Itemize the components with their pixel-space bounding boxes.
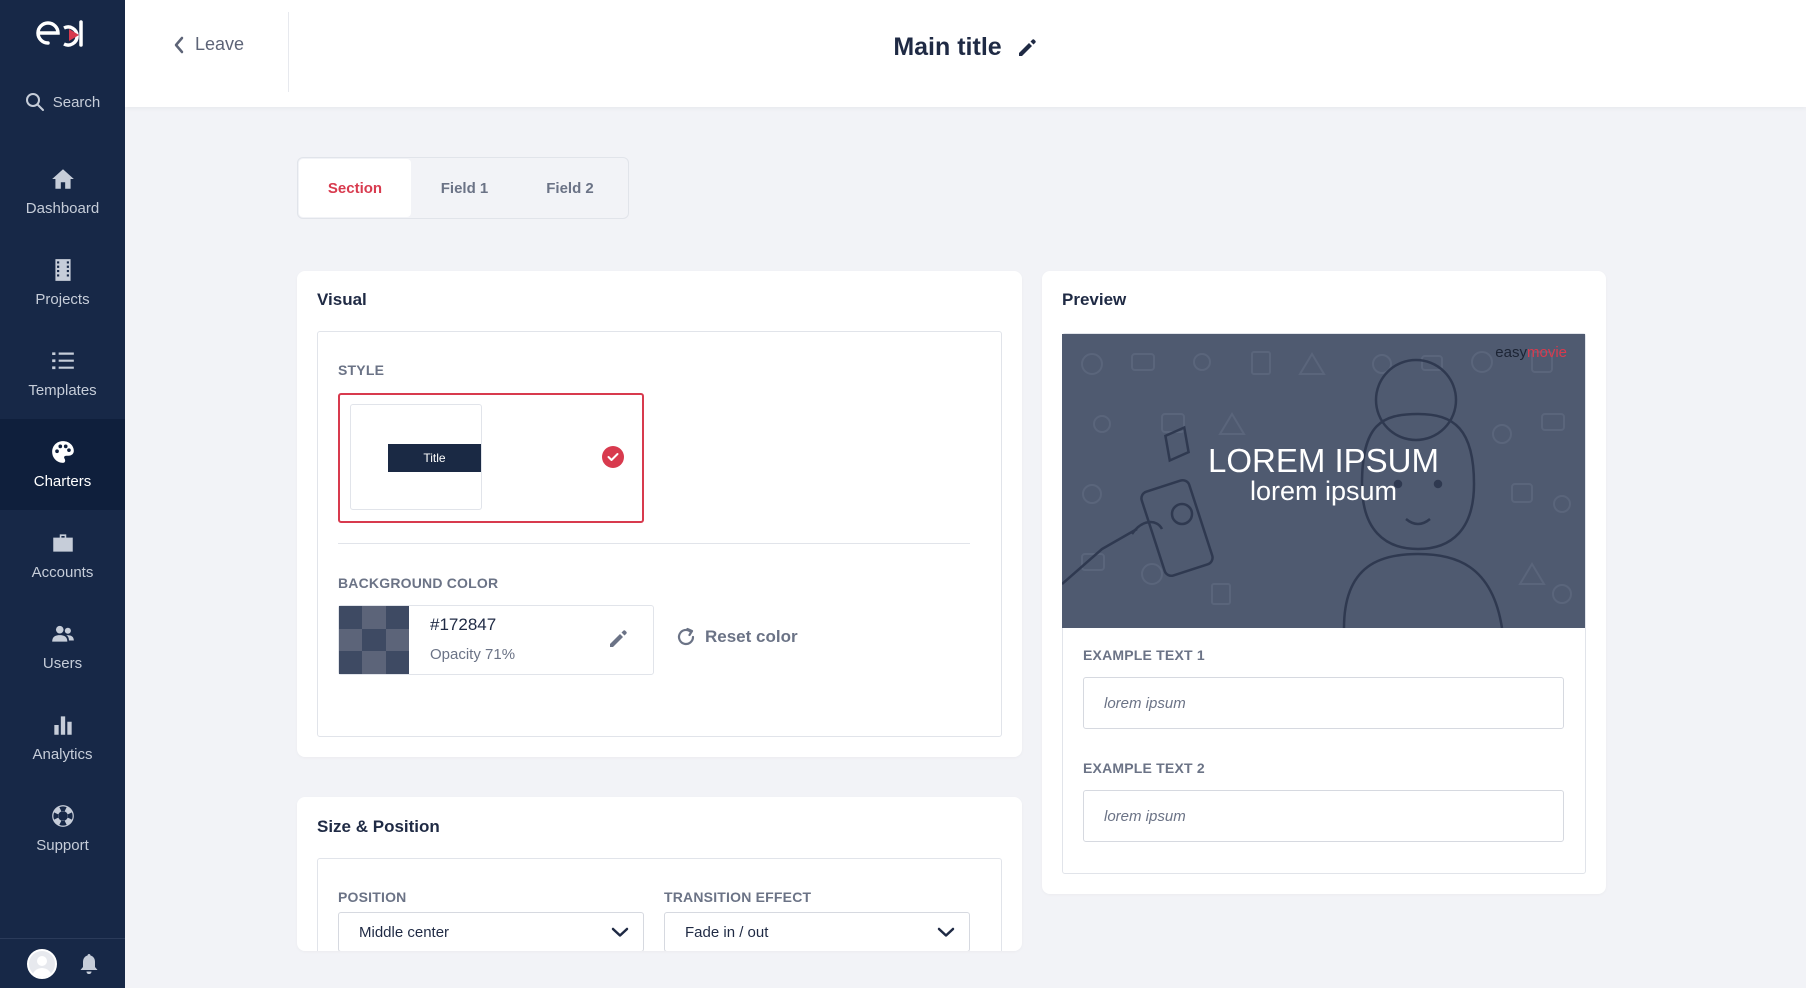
- size-position-card: Size & Position POSITION TRANSITION EFFE…: [297, 797, 1022, 951]
- page-title: Main title: [893, 33, 1002, 61]
- example-text-1-input[interactable]: lorem ipsum: [1083, 677, 1564, 729]
- preview-image-subtitle: lorem ipsum: [1249, 476, 1398, 506]
- sidebar-item-label: Templates: [28, 382, 97, 399]
- chevron-down-icon: [937, 927, 955, 937]
- sidebar-item-label: Dashboard: [25, 200, 100, 217]
- brand-prefix: easy: [1495, 344, 1527, 361]
- background-color-picker[interactable]: #172847 Opacity 71%: [338, 605, 654, 675]
- home-icon: [51, 169, 74, 189]
- preview-image-title: LOREM IPSUM: [1207, 442, 1440, 479]
- search-icon: [25, 93, 44, 111]
- sidebar-nav: Dashboard Projects Templates Charters Ac…: [0, 146, 125, 874]
- reset-color-button[interactable]: Reset color: [675, 626, 798, 648]
- sidebar-item-label: Charters: [33, 473, 92, 490]
- briefcase-icon: [52, 534, 73, 552]
- sidebar-search-label: Search: [52, 93, 101, 111]
- tab-field-1[interactable]: Field 1: [411, 159, 518, 217]
- brand-suffix: movie: [1526, 344, 1567, 361]
- chevron-down-icon: [611, 927, 629, 937]
- style-option-selected[interactable]: Title: [338, 393, 644, 523]
- app-logo[interactable]: [0, 14, 125, 54]
- divider: [338, 543, 970, 544]
- sidebar-item-charters[interactable]: Charters: [0, 419, 125, 510]
- sidebar-item-label: Accounts: [31, 564, 94, 581]
- position-select[interactable]: Middle center: [338, 912, 644, 951]
- sidebar-item-analytics[interactable]: Analytics: [0, 692, 125, 783]
- position-select-value: Middle center: [359, 923, 450, 941]
- sidebar-item-label: Projects: [35, 291, 90, 308]
- preview-image: easymovie LOREM IPSUM lorem ipsum: [1062, 334, 1585, 628]
- top-header: Leave Main title: [125, 0, 1806, 107]
- sidebar: Search Dashboard Projects Templates Char…: [0, 0, 125, 988]
- position-label: POSITION: [338, 889, 407, 905]
- palette-icon: [51, 441, 74, 463]
- section-tabs: Section Field 1 Field 2: [297, 157, 629, 219]
- users-icon: [51, 625, 74, 642]
- bar-chart-icon: [53, 716, 72, 735]
- style-label: STYLE: [338, 362, 385, 378]
- tab-field-2[interactable]: Field 2: [518, 159, 622, 217]
- bell-icon[interactable]: [79, 953, 99, 975]
- sidebar-item-label: Support: [36, 837, 89, 854]
- check-icon: [602, 446, 624, 468]
- visual-card: Visual STYLE Title BACKGROUND COLOR #172…: [297, 271, 1022, 757]
- sidebar-search[interactable]: Search: [0, 92, 125, 112]
- style-thumbnail: Title: [350, 404, 482, 510]
- size-position-title: Size & Position: [317, 817, 440, 836]
- transition-select-value: Fade in / out: [685, 923, 769, 941]
- color-hex-value: #172847: [430, 615, 497, 634]
- visual-settings-box: STYLE Title BACKGROUND COLOR #172847 Opa…: [317, 331, 1002, 737]
- sidebar-item-templates[interactable]: Templates: [0, 328, 125, 419]
- transition-effect-select[interactable]: Fade in / out: [664, 912, 970, 951]
- background-color-label: BACKGROUND COLOR: [338, 575, 499, 591]
- page-title-area: Main title: [125, 33, 1806, 62]
- pencil-icon[interactable]: [1016, 37, 1038, 59]
- tab-section[interactable]: Section: [299, 159, 411, 217]
- example-text-1-label: EXAMPLE TEXT 1: [1083, 647, 1205, 663]
- color-opacity: Opacity 71%: [430, 646, 516, 663]
- color-swatch: [339, 606, 409, 674]
- sidebar-item-support[interactable]: Support: [0, 783, 125, 874]
- pencil-icon[interactable]: [607, 628, 629, 650]
- avatar[interactable]: [26, 948, 57, 979]
- transition-effect-label: TRANSITION EFFECT: [664, 889, 812, 905]
- preview-card: Preview easymovie LOREM IPSUM lorem ipsu…: [1042, 271, 1606, 894]
- sidebar-footer: [0, 938, 125, 988]
- style-thumbnail-title: Title: [388, 444, 481, 472]
- sidebar-item-users[interactable]: Users: [0, 601, 125, 692]
- sidebar-item-projects[interactable]: Projects: [0, 237, 125, 328]
- visual-card-title: Visual: [317, 290, 367, 309]
- sidebar-item-label: Analytics: [32, 746, 93, 763]
- preview-title: Preview: [1062, 290, 1127, 309]
- sidebar-item-accounts[interactable]: Accounts: [0, 510, 125, 601]
- sidebar-item-dashboard[interactable]: Dashboard: [0, 146, 125, 237]
- example-text-2-label: EXAMPLE TEXT 2: [1083, 760, 1205, 776]
- reset-color-label: Reset color: [705, 627, 798, 646]
- film-icon: [54, 259, 71, 281]
- example-text-2-input[interactable]: lorem ipsum: [1083, 790, 1564, 842]
- refresh-icon: [677, 627, 695, 646]
- list-icon: [51, 352, 74, 370]
- sidebar-item-label: Users: [42, 655, 83, 672]
- preview-brand: easymovie: [1495, 344, 1567, 361]
- size-position-box: POSITION TRANSITION EFFECT Middle center…: [317, 858, 1002, 951]
- lifebuoy-icon: [51, 805, 74, 827]
